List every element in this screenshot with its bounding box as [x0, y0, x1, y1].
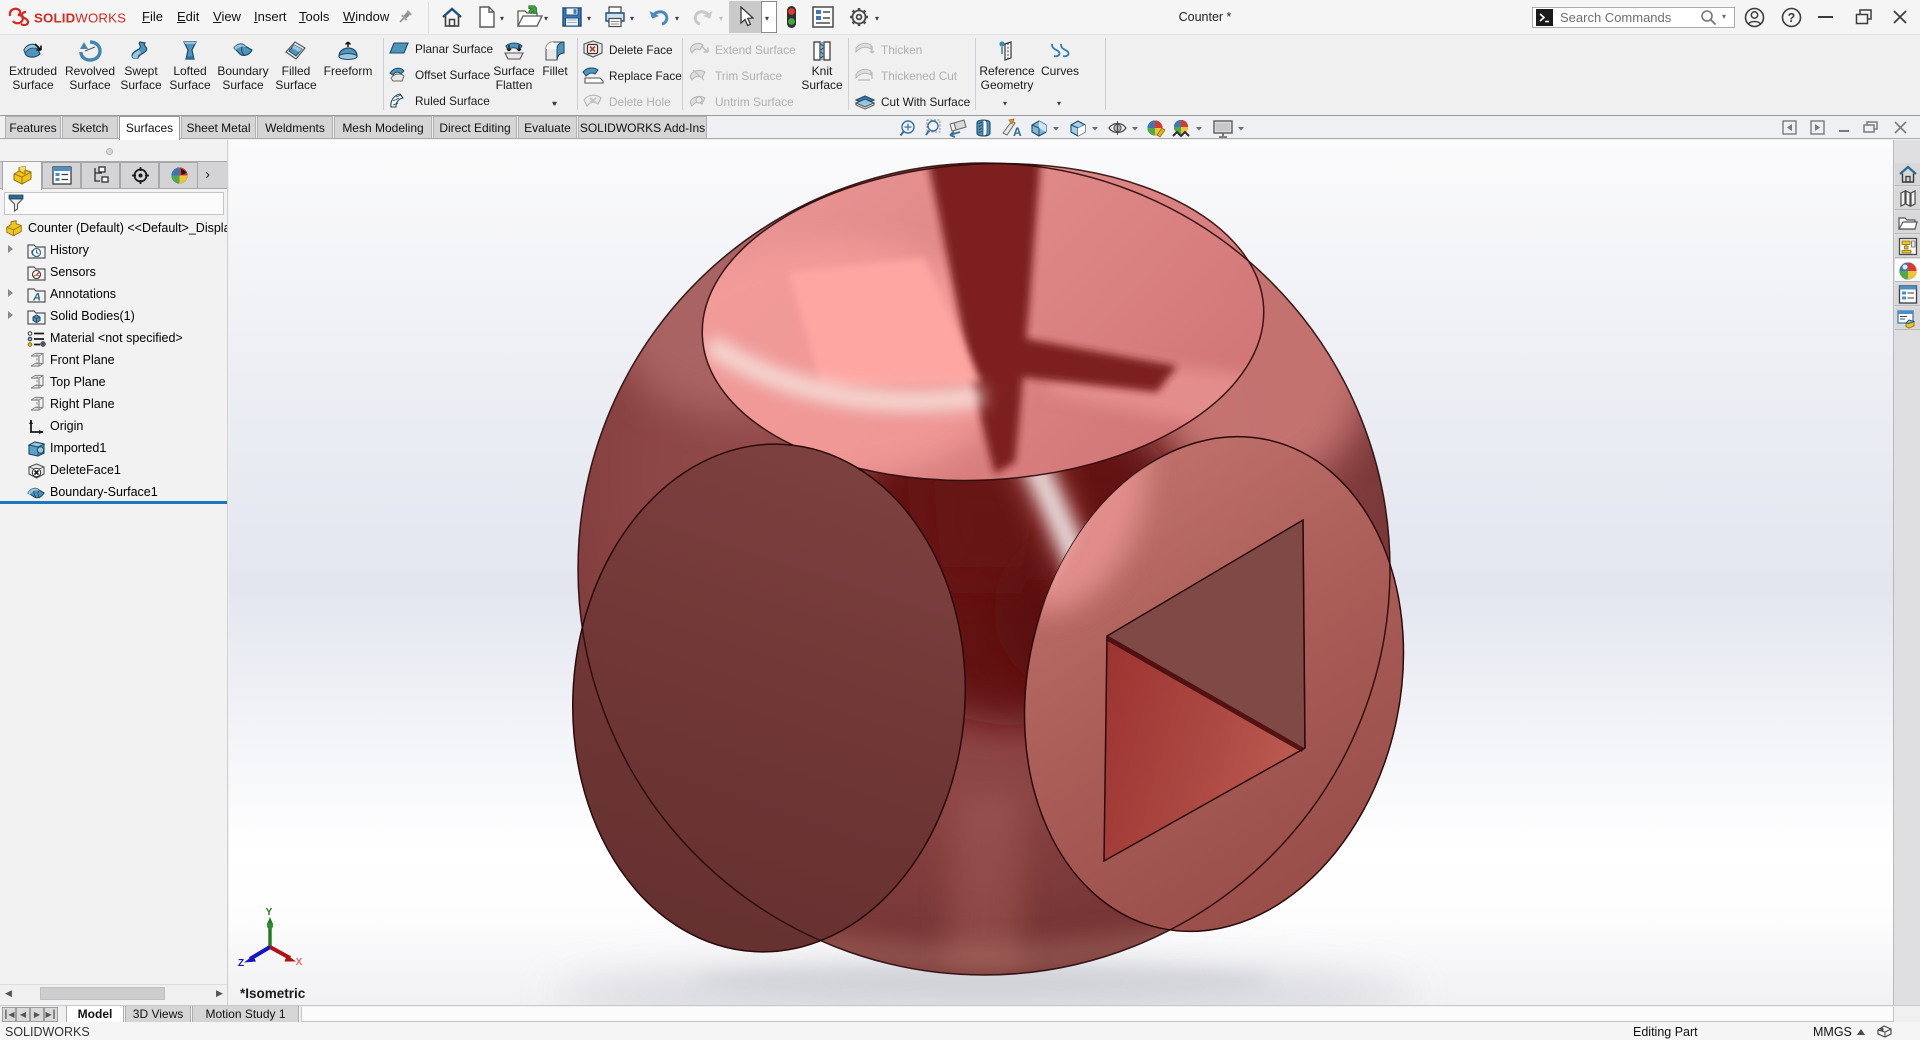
svg-text:?: ? — [1788, 11, 1796, 25]
svg-text:Z: Z — [238, 958, 244, 969]
svg-text:X: X — [296, 957, 303, 968]
svg-text:Y: Y — [266, 907, 273, 918]
svg-text:SOLIDWORKS: SOLIDWORKS — [34, 11, 126, 26]
svg-text:A: A — [1013, 125, 1022, 139]
svg-text:A: A — [32, 292, 41, 304]
